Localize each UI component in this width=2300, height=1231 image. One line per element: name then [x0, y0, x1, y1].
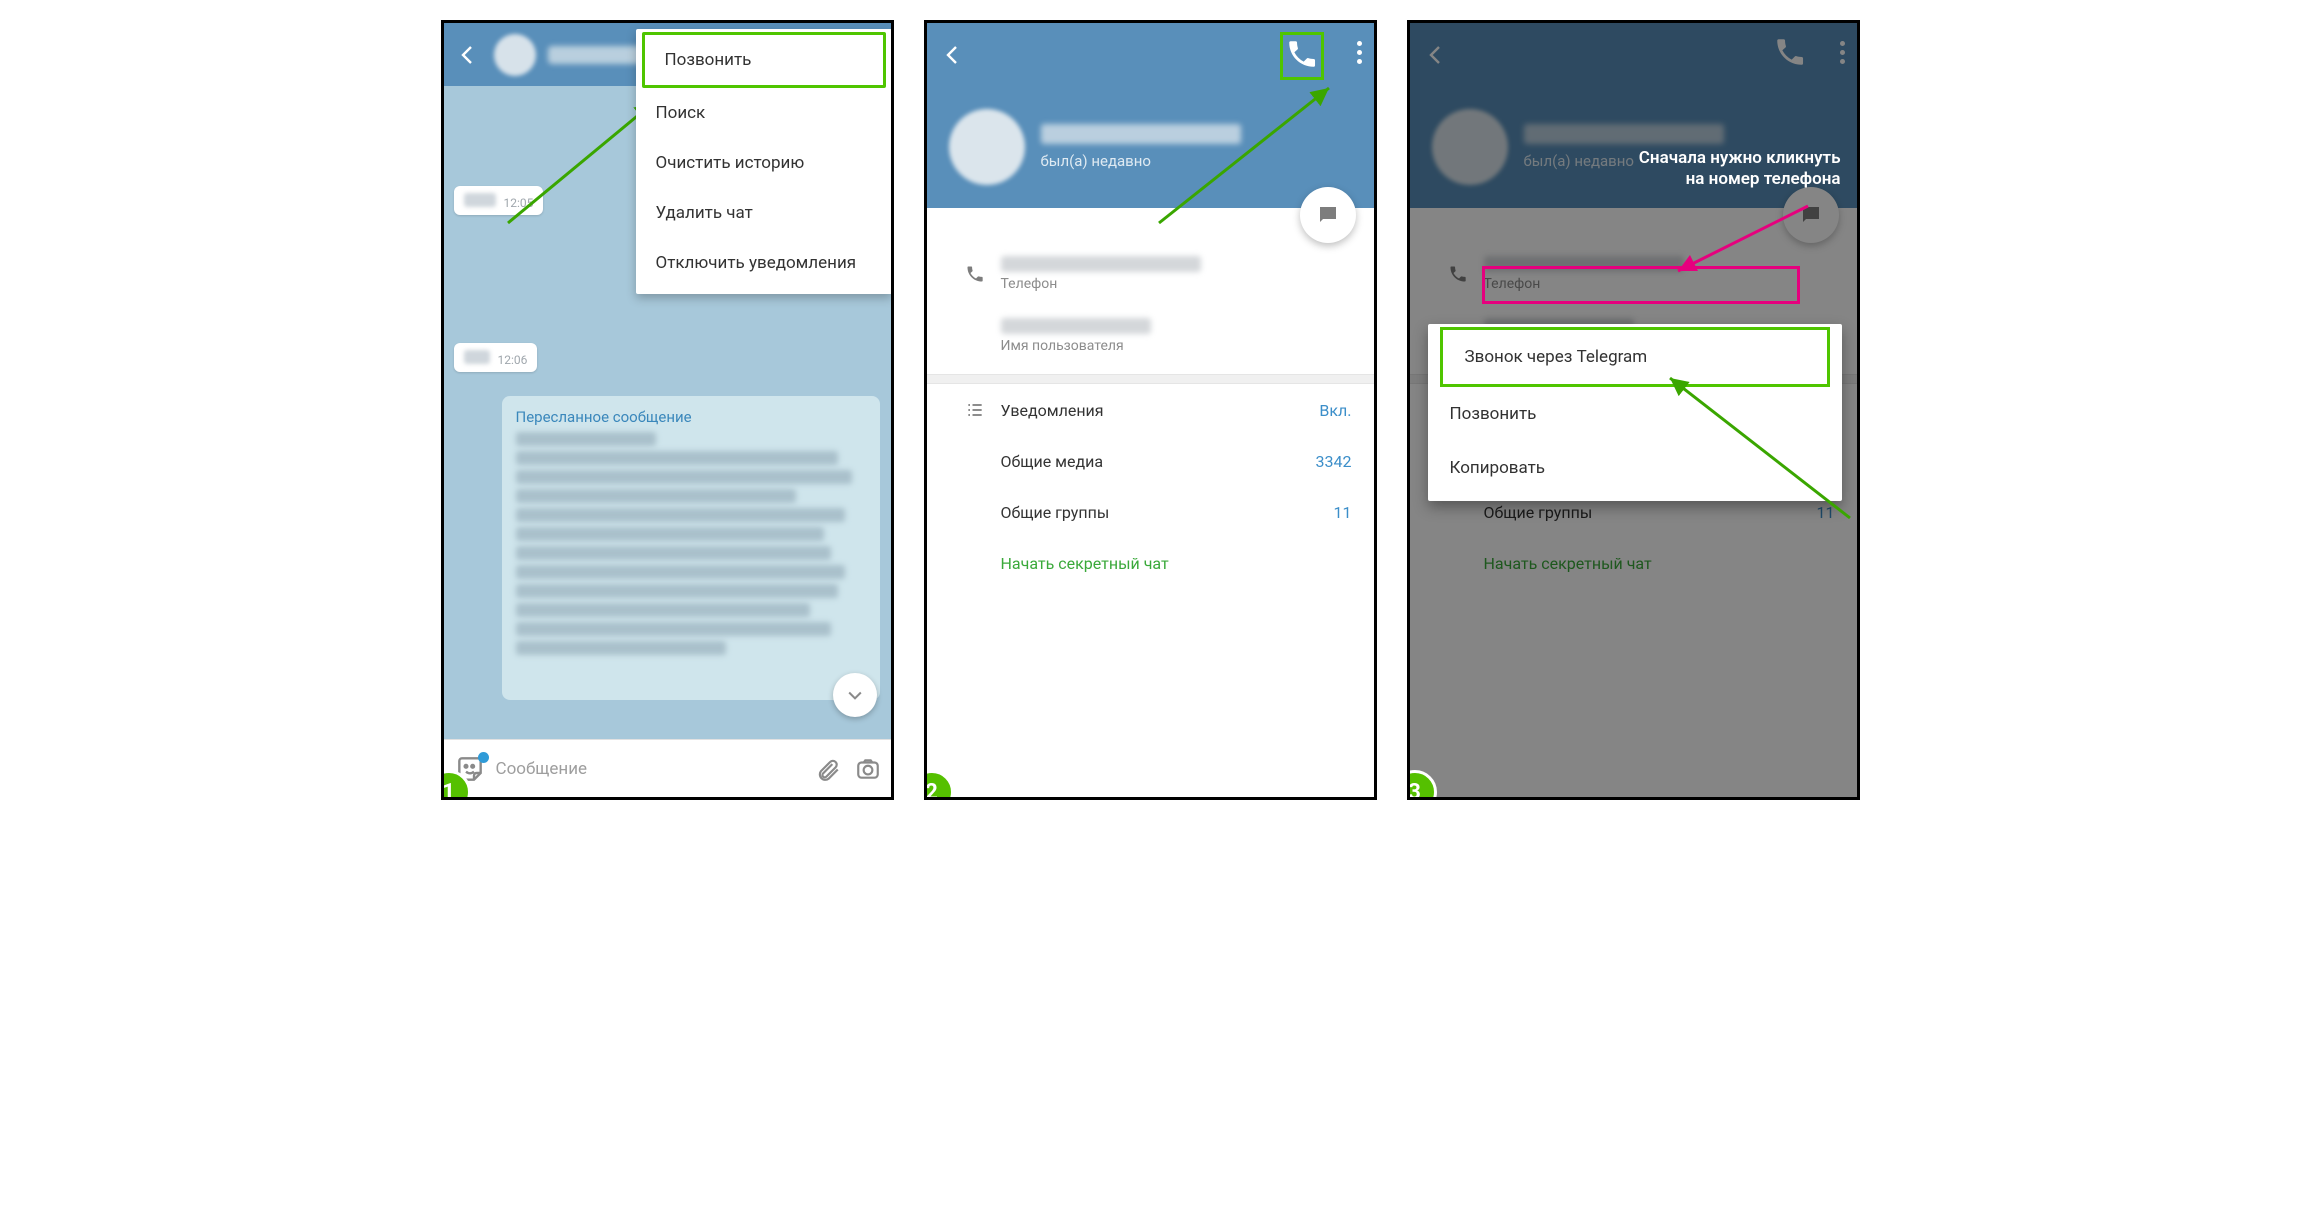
scroll-down-button[interactable] [833, 673, 877, 717]
profile-avatar[interactable] [949, 109, 1025, 185]
message-input[interactable]: Сообщение [496, 759, 801, 779]
username-label: Имя пользователя [1001, 338, 1352, 354]
menu-delete-chat[interactable]: Удалить чат [636, 188, 892, 238]
ctx-call[interactable]: Позвонить [1428, 387, 1842, 441]
phone-number-value [1001, 256, 1201, 272]
menu-mute[interactable]: Отключить уведомления [636, 238, 892, 288]
chat-icon [1316, 203, 1340, 227]
more-icon [1357, 41, 1362, 64]
annotation-note: Сначала нужно кликнуть на номер телефона [1631, 148, 1841, 191]
step-badge-2: 2 [924, 770, 954, 800]
chevron-down-icon [845, 685, 865, 705]
incoming-message-2[interactable]: 12:06 [454, 343, 538, 372]
secret-chat-label: Начать секретный чат [1001, 554, 1169, 573]
message-fab[interactable] [1300, 187, 1356, 243]
shared-media-row[interactable]: Общие медиа 3342 [927, 436, 1374, 487]
notifications-row[interactable]: Уведомления Вкл. [927, 384, 1374, 436]
camera-icon[interactable] [855, 756, 881, 782]
phone-context-menu: Звонок через Telegram Позвонить Копирова… [1428, 324, 1842, 501]
chat-options-menu: Позвонить Поиск Очистить историю Удалить… [636, 29, 892, 294]
phone-icon [965, 264, 985, 284]
screen-1: 12:05 12:06 Пересланное сообщение Сообще… [441, 20, 894, 800]
forwarded-label: Пересланное сообщение [516, 408, 866, 426]
msg-time: 12:06 [497, 353, 527, 367]
groups-value: 11 [1334, 503, 1352, 522]
call-button-highlight [1280, 32, 1324, 80]
ctx-copy[interactable]: Копировать [1428, 441, 1842, 495]
shared-groups-row[interactable]: Общие группы 11 [927, 487, 1374, 538]
menu-clear-history[interactable]: Очистить историю [636, 138, 892, 188]
profile-band: был(а) недавно [927, 86, 1374, 208]
notifications-label: Уведомления [1001, 401, 1104, 420]
phone-number-highlight [1482, 266, 1800, 304]
more-button[interactable] [1357, 41, 1362, 64]
avatar[interactable] [494, 34, 536, 76]
groups-label: Общие группы [1001, 503, 1110, 522]
message-input-bar: Сообщение [444, 739, 891, 797]
menu-call[interactable]: Позвонить [642, 32, 886, 88]
back-icon[interactable] [941, 43, 965, 67]
menu-search[interactable]: Поиск [636, 88, 892, 138]
media-label: Общие медиа [1001, 452, 1104, 471]
phone-row[interactable]: Телефон [927, 250, 1374, 312]
username-row[interactable]: Имя пользователя [927, 312, 1374, 374]
attachment-icon[interactable] [815, 756, 841, 782]
forwarded-message[interactable]: Пересланное сообщение [502, 396, 880, 700]
username-value [1001, 318, 1151, 334]
ctx-telegram-call[interactable]: Звонок через Telegram [1440, 327, 1830, 387]
notifications-value: Вкл. [1319, 401, 1351, 420]
profile-name [1041, 124, 1241, 144]
profile-content: Телефон Имя пользователя Уведомления Вкл… [927, 208, 1374, 589]
list-icon [965, 400, 985, 420]
profile-status: был(а) недавно [1041, 152, 1241, 170]
msg-time: 12:05 [503, 196, 533, 210]
incoming-message-1[interactable]: 12:05 [454, 186, 544, 215]
screen-3: был(а) недавно Телефон Имя пользователя [1407, 20, 1860, 800]
media-value: 3342 [1316, 452, 1352, 471]
phone-label: Телефон [1001, 276, 1352, 292]
screen-2: был(а) недавно Телефон Имя пользователя [924, 20, 1377, 800]
phone-icon[interactable] [1285, 37, 1319, 71]
secret-chat-row[interactable]: Начать секретный чат [927, 538, 1374, 589]
back-icon[interactable] [456, 43, 480, 67]
